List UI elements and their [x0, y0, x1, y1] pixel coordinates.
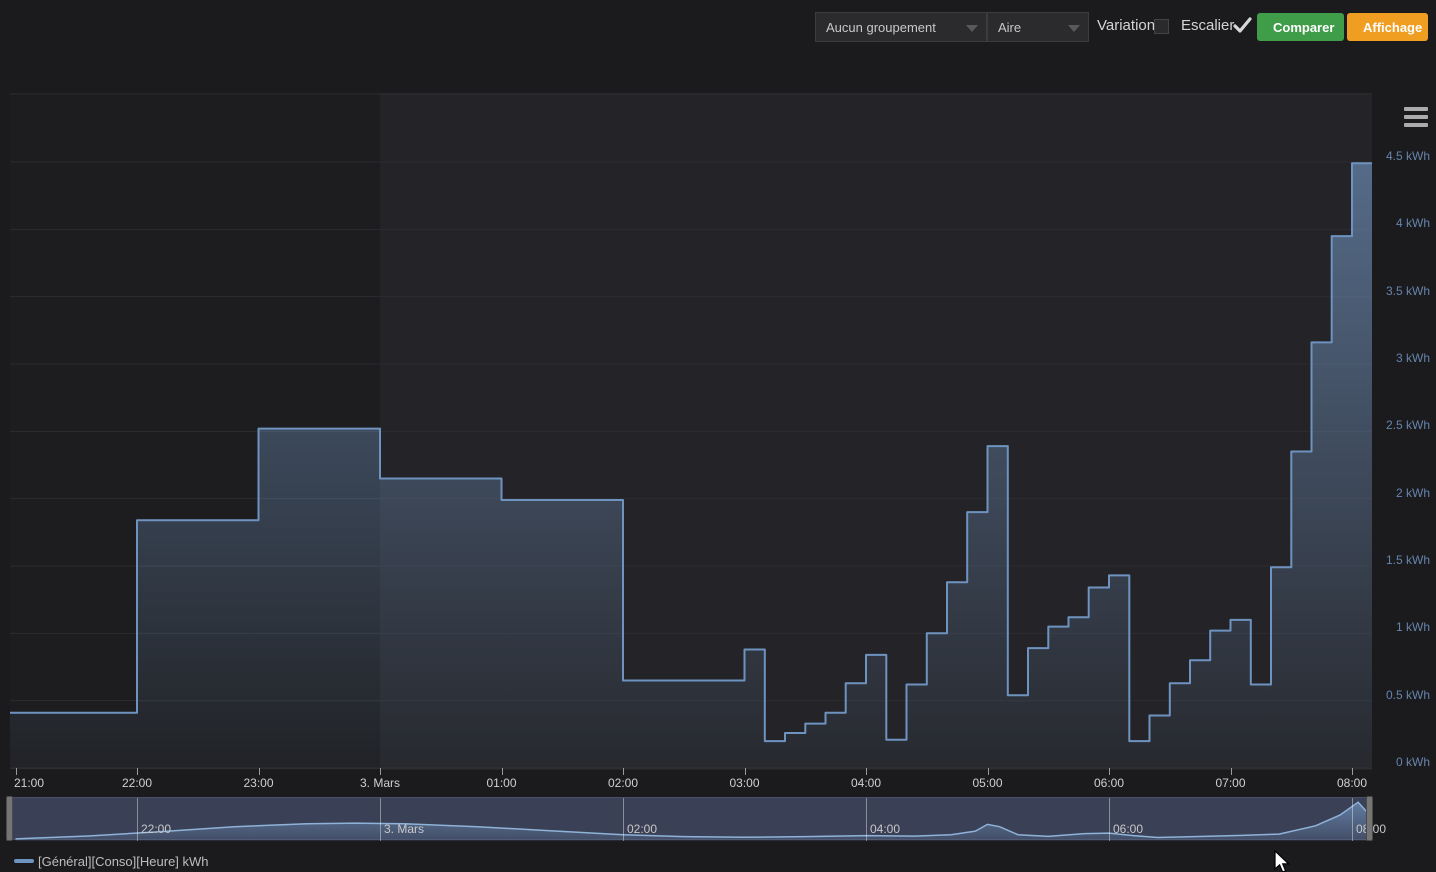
x-axis-tick [1231, 768, 1232, 775]
navigator-right-handle[interactable] [1366, 796, 1373, 841]
x-axis-tick-label: 23:00 [243, 776, 273, 790]
compare-button-label: Comparer [1273, 20, 1334, 35]
navigator-gridline [1352, 798, 1353, 841]
x-axis-tick [745, 768, 746, 775]
navigator-tick-label: 3. Mars [384, 822, 424, 836]
x-axis-tick [16, 768, 17, 775]
navigator[interactable]: 22:003. Mars02:0004:0006:0008:00 [10, 797, 1372, 840]
x-axis-tick-label: 06:00 [1094, 776, 1124, 790]
y-axis-tick-label: 3 kWh [1378, 351, 1430, 365]
x-axis-tick [988, 768, 989, 775]
navigator-tick-label: 06:00 [1113, 822, 1143, 836]
x-axis-tick [623, 768, 624, 775]
top-toolbar: Aucun groupement Aire Variation Escalier… [0, 0, 1436, 48]
navigator-tick-label: 02:00 [627, 822, 657, 836]
display-button-label: Affichage [1363, 20, 1422, 35]
x-axis-tick [380, 768, 381, 775]
x-axis-tick [259, 768, 260, 775]
y-axis-tick-label: 0 kWh [1378, 755, 1430, 769]
navigator-left-handle[interactable] [6, 796, 13, 841]
x-axis-tick-label: 21:00 [14, 776, 44, 790]
chevron-down-icon [1068, 25, 1080, 32]
navigator-mini-chart [10, 798, 1372, 841]
navigator-gridline [866, 798, 867, 841]
mouse-cursor [1273, 850, 1295, 872]
x-axis-tick [1109, 768, 1110, 775]
display-button[interactable]: Affichage [1347, 13, 1428, 41]
navigator-gridline [1109, 798, 1110, 841]
zoom-toolbar: Zoom Tous30 minHeureJourSemaineMoisAnnée [0, 48, 1436, 93]
escalier-label: Escalier [1181, 17, 1234, 34]
y-axis-tick-label: 3.5 kWh [1378, 284, 1430, 298]
x-axis-tick [502, 768, 503, 775]
y-axis-tick-label: 0.5 kWh [1378, 688, 1430, 702]
hamburger-menu-icon[interactable] [1404, 107, 1428, 127]
navigator-tick-label: 04:00 [870, 822, 900, 836]
y-axis-tick-label: 2.5 kWh [1378, 418, 1430, 432]
check-icon [1231, 14, 1253, 36]
x-axis-tick [1352, 768, 1353, 775]
x-axis-tick-label: 3. Mars [360, 776, 400, 790]
y-axis-tick-label: 2 kWh [1378, 486, 1430, 500]
y-axis-tick-label: 4 kWh [1378, 216, 1430, 230]
x-axis-tick-label: 04:00 [851, 776, 881, 790]
navigator-gridline [137, 798, 138, 841]
grouping-select[interactable]: Aucun groupement [815, 12, 987, 42]
navigator-gridline [623, 798, 624, 841]
x-axis-tick-label: 01:00 [486, 776, 516, 790]
grouping-select-value: Aucun groupement [826, 20, 936, 35]
x-axis-tick-label: 08:00 [1337, 776, 1367, 790]
y-axis-tick-label: 1.5 kWh [1378, 553, 1430, 567]
chart-type-select-value: Aire [998, 20, 1021, 35]
compare-button[interactable]: Comparer [1257, 13, 1344, 41]
main-chart-plot-area[interactable] [10, 93, 1372, 770]
x-axis-tick [866, 768, 867, 775]
navigator-tick-label: 22:00 [141, 822, 171, 836]
escalier-checkbox[interactable] [1231, 14, 1253, 36]
navigator-gridline [380, 798, 381, 841]
consumption-step-area-chart [10, 93, 1372, 770]
x-axis-tick-label: 05:00 [972, 776, 1002, 790]
chart-type-select[interactable]: Aire [987, 12, 1089, 42]
energy-history-app: Aucun groupement Aire Variation Escalier… [0, 0, 1436, 872]
x-axis-tick-label: 22:00 [122, 776, 152, 790]
x-axis-tick [137, 768, 138, 775]
x-axis-tick-label: 03:00 [729, 776, 759, 790]
x-axis-tick-label: 07:00 [1215, 776, 1245, 790]
y-axis-tick-label: 1 kWh [1378, 620, 1430, 634]
y-axis-tick-label: 4.5 kWh [1378, 149, 1430, 163]
variation-checkbox[interactable] [1154, 19, 1169, 34]
variation-label: Variation [1097, 17, 1155, 34]
chevron-down-icon [966, 25, 978, 32]
legend-series-label[interactable]: [Général][Conso][Heure] kWh [38, 854, 209, 869]
legend-swatch [14, 859, 34, 863]
x-axis-tick-label: 02:00 [608, 776, 638, 790]
